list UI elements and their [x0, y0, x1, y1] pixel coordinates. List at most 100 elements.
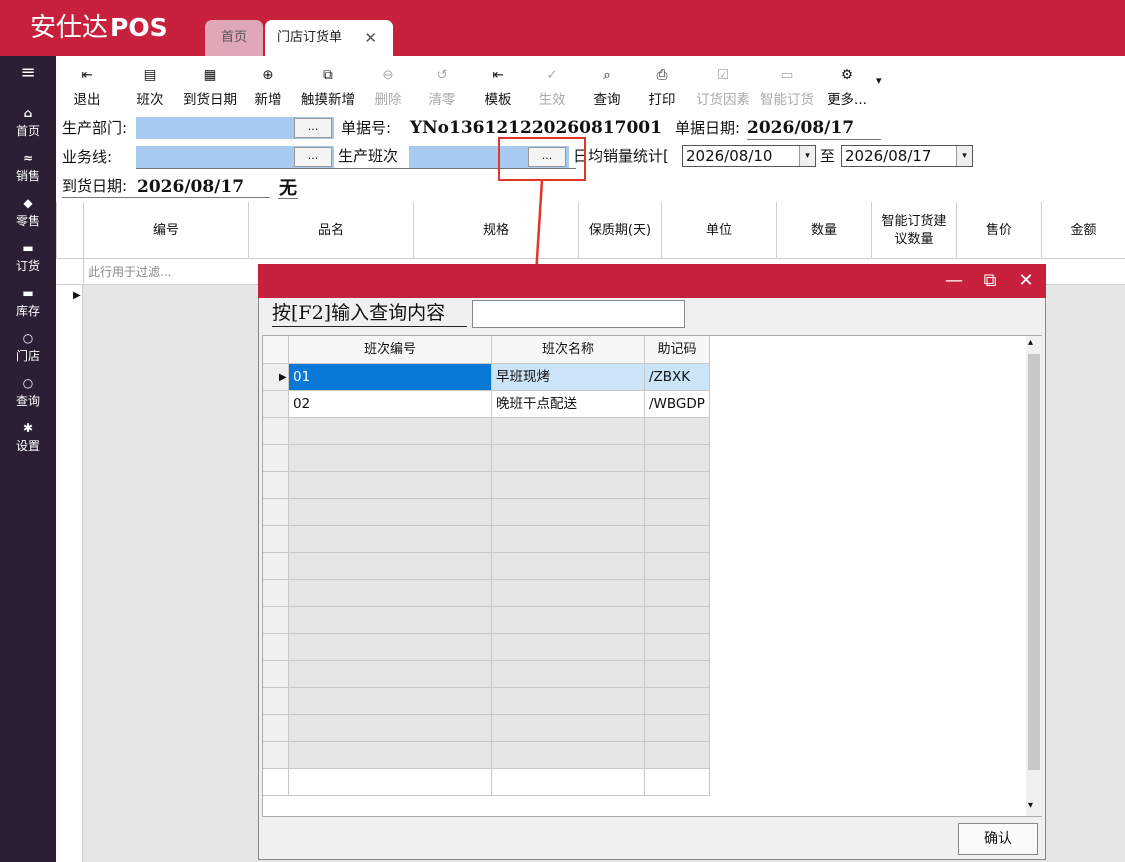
col-smart-qty[interactable]: 智能订货建议数量 — [871, 202, 956, 259]
delete-button[interactable]: ⊖ 删除 — [366, 60, 410, 112]
empty-cell[interactable] — [492, 580, 645, 607]
table-row[interactable] — [263, 688, 710, 715]
dialog-search-input[interactable] — [472, 300, 685, 328]
empty-cell[interactable] — [645, 742, 710, 769]
empty-cell[interactable] — [645, 580, 710, 607]
empty-cell[interactable] — [289, 742, 492, 769]
empty-cell[interactable] — [289, 553, 492, 580]
exit-button[interactable]: ⇤ 退出 — [62, 60, 112, 112]
empty-cell[interactable] — [289, 499, 492, 526]
tab-store-order[interactable]: 门店订货单 ✕ — [265, 20, 393, 56]
col-code[interactable]: 编号 — [83, 202, 248, 259]
sidebar-item-order[interactable]: ▬ 订货 — [0, 235, 56, 280]
menu-icon[interactable]: ≡ — [0, 62, 56, 83]
order-factor-button[interactable]: ☑ 订货因素 — [692, 60, 754, 112]
scrollbar-thumb[interactable] — [1028, 354, 1040, 770]
empty-cell[interactable] — [289, 607, 492, 634]
touch-add-button[interactable]: ⧉ 触摸新增 — [296, 60, 360, 112]
smart-order-button[interactable]: ▭ 智能订货 — [756, 60, 818, 112]
confirm-button[interactable]: 确认 — [958, 823, 1038, 855]
chevron-down-icon[interactable]: ▾ — [799, 146, 815, 166]
empty-cell[interactable] — [645, 445, 710, 472]
tab-home[interactable]: 首页 — [205, 20, 263, 56]
col-name[interactable]: 品名 — [248, 202, 413, 259]
template-button[interactable]: ⇤ 模板 — [476, 60, 520, 112]
table-row[interactable] — [263, 499, 710, 526]
table-row[interactable] — [263, 607, 710, 634]
sidebar-item-inventory[interactable]: ▬ 库存 — [0, 280, 56, 325]
empty-cell[interactable] — [645, 526, 710, 553]
empty-cell[interactable] — [645, 661, 710, 688]
table-row[interactable] — [263, 472, 710, 499]
minimize-icon[interactable]: — — [936, 264, 972, 298]
scroll-up-icon[interactable]: ▴ — [1028, 337, 1033, 348]
table-row[interactable] — [263, 769, 710, 796]
empty-cell[interactable] — [492, 445, 645, 472]
table-row[interactable] — [263, 715, 710, 742]
more-button[interactable]: ⚙ 更多... — [820, 60, 874, 112]
empty-cell[interactable] — [492, 418, 645, 445]
empty-cell[interactable] — [645, 715, 710, 742]
table-row[interactable] — [263, 661, 710, 688]
empty-cell[interactable] — [645, 553, 710, 580]
more-dropdown-icon[interactable]: ▾ — [876, 74, 882, 87]
col-shift-code[interactable]: 班次编号 — [289, 336, 492, 364]
col-qty[interactable]: 数量 — [776, 202, 871, 259]
empty-cell[interactable] — [492, 742, 645, 769]
sidebar-item-query[interactable]: ○ 查询 — [0, 370, 56, 415]
close-icon[interactable]: ✕ — [1008, 264, 1044, 298]
mnemonic-cell[interactable]: /ZBXK — [645, 364, 710, 391]
empty-cell[interactable] — [645, 769, 710, 796]
table-row[interactable] — [263, 445, 710, 472]
col-mnemonic[interactable]: 助记码 — [645, 336, 710, 364]
col-price[interactable]: 售价 — [956, 202, 1041, 259]
table-row[interactable] — [263, 742, 710, 769]
add-button[interactable]: ⊕ 新增 — [246, 60, 290, 112]
col-amount[interactable]: 金额 — [1041, 202, 1125, 259]
empty-cell[interactable] — [289, 634, 492, 661]
arrival-date-button[interactable]: ▦ 到货日期 — [178, 60, 242, 112]
table-row[interactable] — [263, 418, 710, 445]
col-spec[interactable]: 规格 — [413, 202, 578, 259]
table-row[interactable] — [263, 634, 710, 661]
sidebar-item-retail[interactable]: ◆ 零售 — [0, 190, 56, 235]
mnemonic-cell[interactable]: /WBGDP — [645, 391, 710, 418]
clear-button[interactable]: ↺ 清零 — [420, 60, 464, 112]
shift-button[interactable]: ▤ 班次 — [124, 60, 176, 112]
empty-cell[interactable] — [492, 634, 645, 661]
empty-cell[interactable] — [492, 553, 645, 580]
empty-cell[interactable] — [492, 499, 645, 526]
chevron-down-icon[interactable]: ▾ — [956, 146, 972, 166]
empty-cell[interactable] — [645, 688, 710, 715]
empty-cell[interactable] — [645, 634, 710, 661]
sidebar-item-home[interactable]: ⌂ 首页 — [0, 100, 56, 145]
empty-cell[interactable] — [289, 661, 492, 688]
filter-input[interactable]: 此行用于过滤... — [83, 259, 248, 285]
sidebar-item-store[interactable]: ○ 门店 — [0, 325, 56, 370]
close-icon[interactable]: ✕ — [364, 20, 377, 56]
empty-cell[interactable] — [289, 580, 492, 607]
query-button[interactable]: ⌕ 查询 — [585, 60, 629, 112]
table-row[interactable]: 02 晚班干点配送/WBGDP — [263, 391, 710, 418]
shift-name-cell[interactable]: 早班现烤 — [492, 364, 645, 391]
dept-browse-button[interactable]: ... — [294, 118, 332, 138]
scroll-down-icon[interactable]: ▾ — [1028, 800, 1033, 811]
empty-cell[interactable] — [492, 769, 645, 796]
empty-cell[interactable] — [645, 472, 710, 499]
print-button[interactable]: ⎙ 打印 — [640, 60, 684, 112]
empty-cell[interactable] — [289, 526, 492, 553]
empty-cell[interactable] — [492, 607, 645, 634]
sidebar-item-settings[interactable]: ✱ 设置 — [0, 415, 56, 460]
empty-cell[interactable] — [289, 769, 492, 796]
col-shelf-life[interactable]: 保质期(天) — [578, 202, 661, 259]
date-from-picker[interactable]: 2026/08/10 ▾ — [682, 145, 816, 167]
empty-cell[interactable] — [645, 499, 710, 526]
business-line-browse-button[interactable]: ... — [294, 147, 332, 167]
col-shift-name[interactable]: 班次名称 — [492, 336, 645, 364]
date-to-picker[interactable]: 2026/08/17 ▾ — [841, 145, 973, 167]
empty-cell[interactable] — [289, 715, 492, 742]
col-unit[interactable]: 单位 — [661, 202, 776, 259]
table-row[interactable] — [263, 526, 710, 553]
empty-cell[interactable] — [289, 472, 492, 499]
empty-cell[interactable] — [492, 715, 645, 742]
